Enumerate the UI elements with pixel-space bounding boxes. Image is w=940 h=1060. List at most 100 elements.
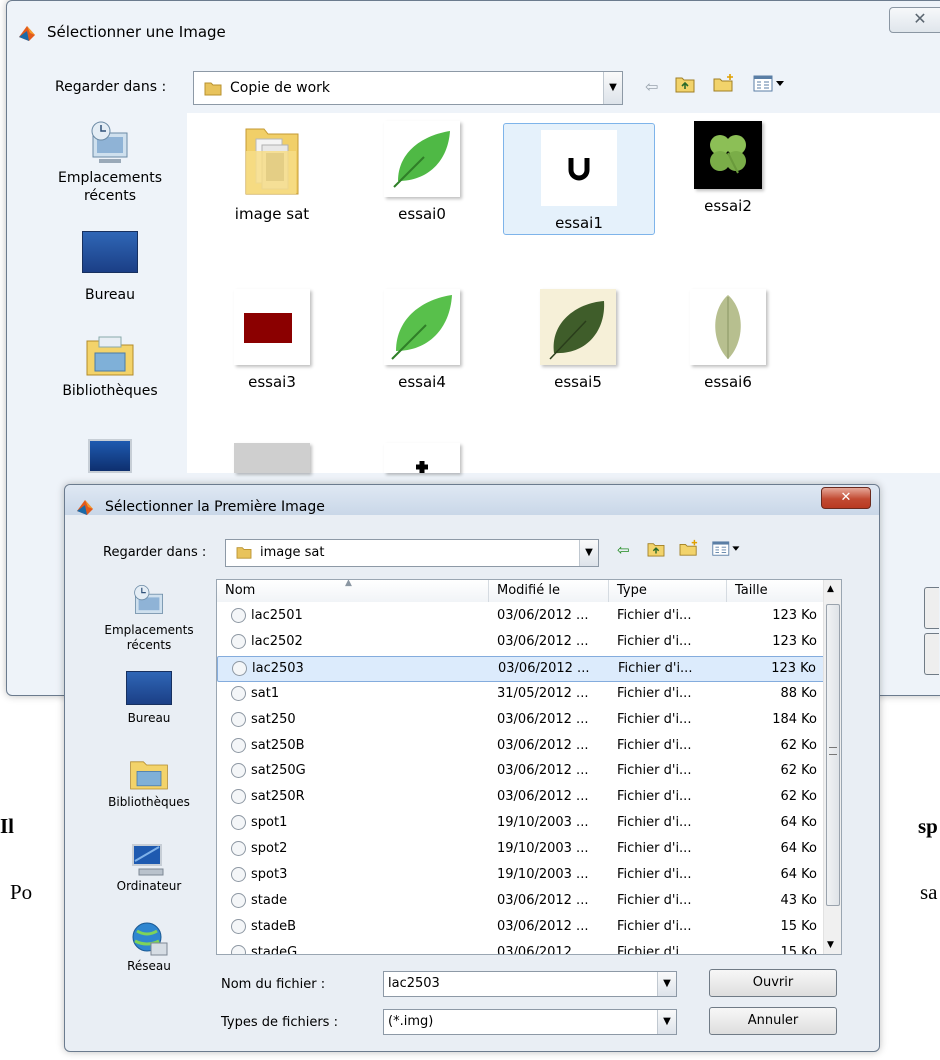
file-row[interactable]: sat250R 03/06/2012 ... Fichier d'i... 62 Ko (217, 785, 827, 811)
doc-heading-fragment-right: sp (918, 814, 938, 838)
close-button[interactable]: ✕ (889, 7, 940, 33)
place-desktop[interactable]: Bureau (33, 231, 187, 303)
file-row[interactable]: spot2 19/10/2003 ... Fichier d'i... 64 Ko (217, 837, 827, 863)
tile-image-sat[interactable]: image sat (197, 121, 347, 231)
place-recent[interactable]: Emplacements récents (87, 583, 211, 653)
scrollbar-thumb[interactable] (826, 604, 840, 906)
file-name: sat250 (251, 711, 296, 727)
file-modified: 19/10/2003 ... (497, 867, 589, 882)
partial-button[interactable] (924, 587, 939, 629)
libraries-icon (129, 755, 169, 791)
place-recent[interactable]: Emplacements récents (33, 119, 187, 205)
scroll-up-icon[interactable]: ▲ (827, 584, 834, 594)
place-network[interactable]: Réseau (87, 921, 211, 973)
tile-essai3[interactable]: essai3 (197, 289, 347, 391)
cancel-button[interactable]: Annuler (709, 1007, 837, 1035)
place-computer-partial[interactable] (33, 439, 187, 473)
new-folder-icon[interactable] (713, 73, 735, 97)
scroll-down-icon[interactable]: ▼ (827, 940, 834, 950)
back-arrow-icon[interactable]: ⇦ (617, 541, 630, 559)
up-folder-icon[interactable] (675, 75, 695, 97)
chevron-down-icon[interactable]: ▼ (657, 1010, 676, 1034)
chevron-down-icon[interactable]: ▼ (603, 72, 622, 104)
tile-label: essai5 (554, 373, 602, 391)
view-menu-icon[interactable] (753, 75, 787, 97)
file-type: Fichier d'i... (617, 608, 692, 623)
place-label: Emplacements récents (57, 170, 163, 204)
chevron-down-icon[interactable]: ▼ (579, 540, 598, 566)
column-header-size[interactable]: Taille (727, 580, 827, 602)
place-libraries[interactable]: Bibliothèques (87, 755, 211, 809)
file-row[interactable]: stade 03/06/2012 ... Fichier d'i... 43 Ko (217, 889, 827, 915)
network-icon (129, 921, 169, 957)
close-button[interactable]: ✕ (821, 487, 871, 509)
file-type: Fichier d'i... (617, 633, 692, 649)
vertical-scrollbar[interactable]: ▲ ▼ (823, 580, 841, 954)
tile-partial-gray[interactable] (197, 443, 347, 473)
image-thumbnail (234, 289, 310, 365)
new-folder-icon[interactable] (679, 539, 699, 561)
file-modified: 03/06/2012 ... (497, 918, 589, 934)
file-modified: 03/06/2012 ... (497, 892, 589, 908)
place-desktop[interactable]: Bureau (87, 671, 211, 725)
file-row[interactable]: sat1 31/05/2012 ... Fichier d'i... 88 Ko (217, 682, 827, 708)
tile-essai4[interactable]: essai4 (347, 289, 497, 391)
chevron-down-icon[interactable]: ▼ (657, 972, 676, 996)
tile-essai1[interactable]: essai1 (503, 123, 655, 235)
filetype-select[interactable]: (*.img) ▼ (383, 1009, 677, 1035)
file-size: 123 Ko (772, 633, 817, 649)
look-in-combo[interactable]: image sat ▼ (225, 539, 599, 567)
file-modified: 03/06/2012 ... (497, 763, 589, 779)
file-row[interactable]: spot1 19/10/2003 ... Fichier d'i... 64 Ko (217, 811, 827, 837)
file-name: stade (251, 892, 288, 908)
file-row[interactable]: stadeG 03/06/2012 ... Fichier d'i... 15 Ko (217, 941, 827, 955)
place-computer[interactable]: Ordinateur (87, 841, 211, 893)
file-row[interactable]: sat250G 03/06/2012 ... Fichier d'i... 62 Ko (217, 759, 827, 785)
column-header-modified[interactable]: Modifié le (489, 580, 609, 602)
look-in-value: Copie de work (230, 80, 331, 96)
file-row[interactable]: lac2502 03/06/2012 ... Fichier d'i... 123 K… (217, 630, 827, 656)
tile-partial-dark[interactable] (347, 443, 497, 473)
file-size: 64 Ko (780, 867, 817, 882)
recent-places-icon (129, 583, 169, 623)
file-type: Fichier d'i... (617, 867, 692, 882)
image-file-icon (231, 841, 246, 857)
matlab-icon (75, 497, 95, 517)
file-row[interactable]: sat250 03/06/2012 ... Fichier d'i... 184 Ko (217, 708, 827, 734)
look-in-combo[interactable]: Copie de work ▼ (193, 71, 623, 105)
look-in-label: Regarder dans : (103, 545, 207, 560)
tile-essai2[interactable]: essai2 (653, 121, 803, 215)
look-in-label: Regarder dans : (55, 79, 167, 95)
place-libraries[interactable]: Bibliothèques (33, 333, 187, 399)
partial-button[interactable] (924, 633, 939, 675)
image-file-icon (231, 737, 246, 753)
image-thumbnail (540, 289, 616, 365)
back-arrow-icon[interactable]: ⇦ (645, 77, 658, 96)
file-row[interactable]: lac2501 03/06/2012 ... Fichier d'i... 123 K… (217, 604, 827, 630)
libraries-icon (85, 333, 135, 377)
tile-essai0[interactable]: essai0 (347, 121, 497, 223)
file-name: stadeB (251, 918, 297, 934)
open-button[interactable]: Ouvrir (709, 969, 837, 997)
file-row[interactable]: stadeB 03/06/2012 ... Fichier d'i... 15 Ko (217, 915, 827, 941)
file-modified: 31/05/2012 ... (497, 685, 589, 701)
file-icons-view: image sat essai0 essai1 essai2 essai3 es… (187, 113, 940, 473)
tile-essai6[interactable]: essai6 (653, 289, 803, 391)
view-menu-icon[interactable] (711, 541, 743, 561)
filename-field[interactable]: lac2503 ▼ (383, 971, 677, 997)
file-type: Fichier d'i... (617, 944, 692, 955)
up-folder-icon[interactable] (647, 541, 665, 561)
image-file-icon (232, 660, 247, 676)
column-header-name[interactable]: Nom ▲ (217, 580, 489, 602)
file-row[interactable]: lac2503 03/06/2012 ... Fichier d'i... 123 K… (217, 655, 827, 682)
computer-icon (88, 439, 132, 473)
image-thumbnail (384, 289, 460, 365)
file-row[interactable]: sat250B 03/06/2012 ... Fichier d'i... 62 Ko (217, 734, 827, 760)
dialog-title: Sélectionner une Image (47, 23, 226, 41)
tile-essai5[interactable]: essai5 (503, 289, 653, 391)
file-row[interactable]: spot3 19/10/2003 ... Fichier d'i... 64 Ko (217, 863, 827, 889)
file-name: lac2501 (251, 608, 303, 623)
file-size: 123 Ko (772, 608, 817, 623)
filename-value: lac2503 (388, 976, 440, 991)
column-header-type[interactable]: Type (609, 580, 727, 602)
